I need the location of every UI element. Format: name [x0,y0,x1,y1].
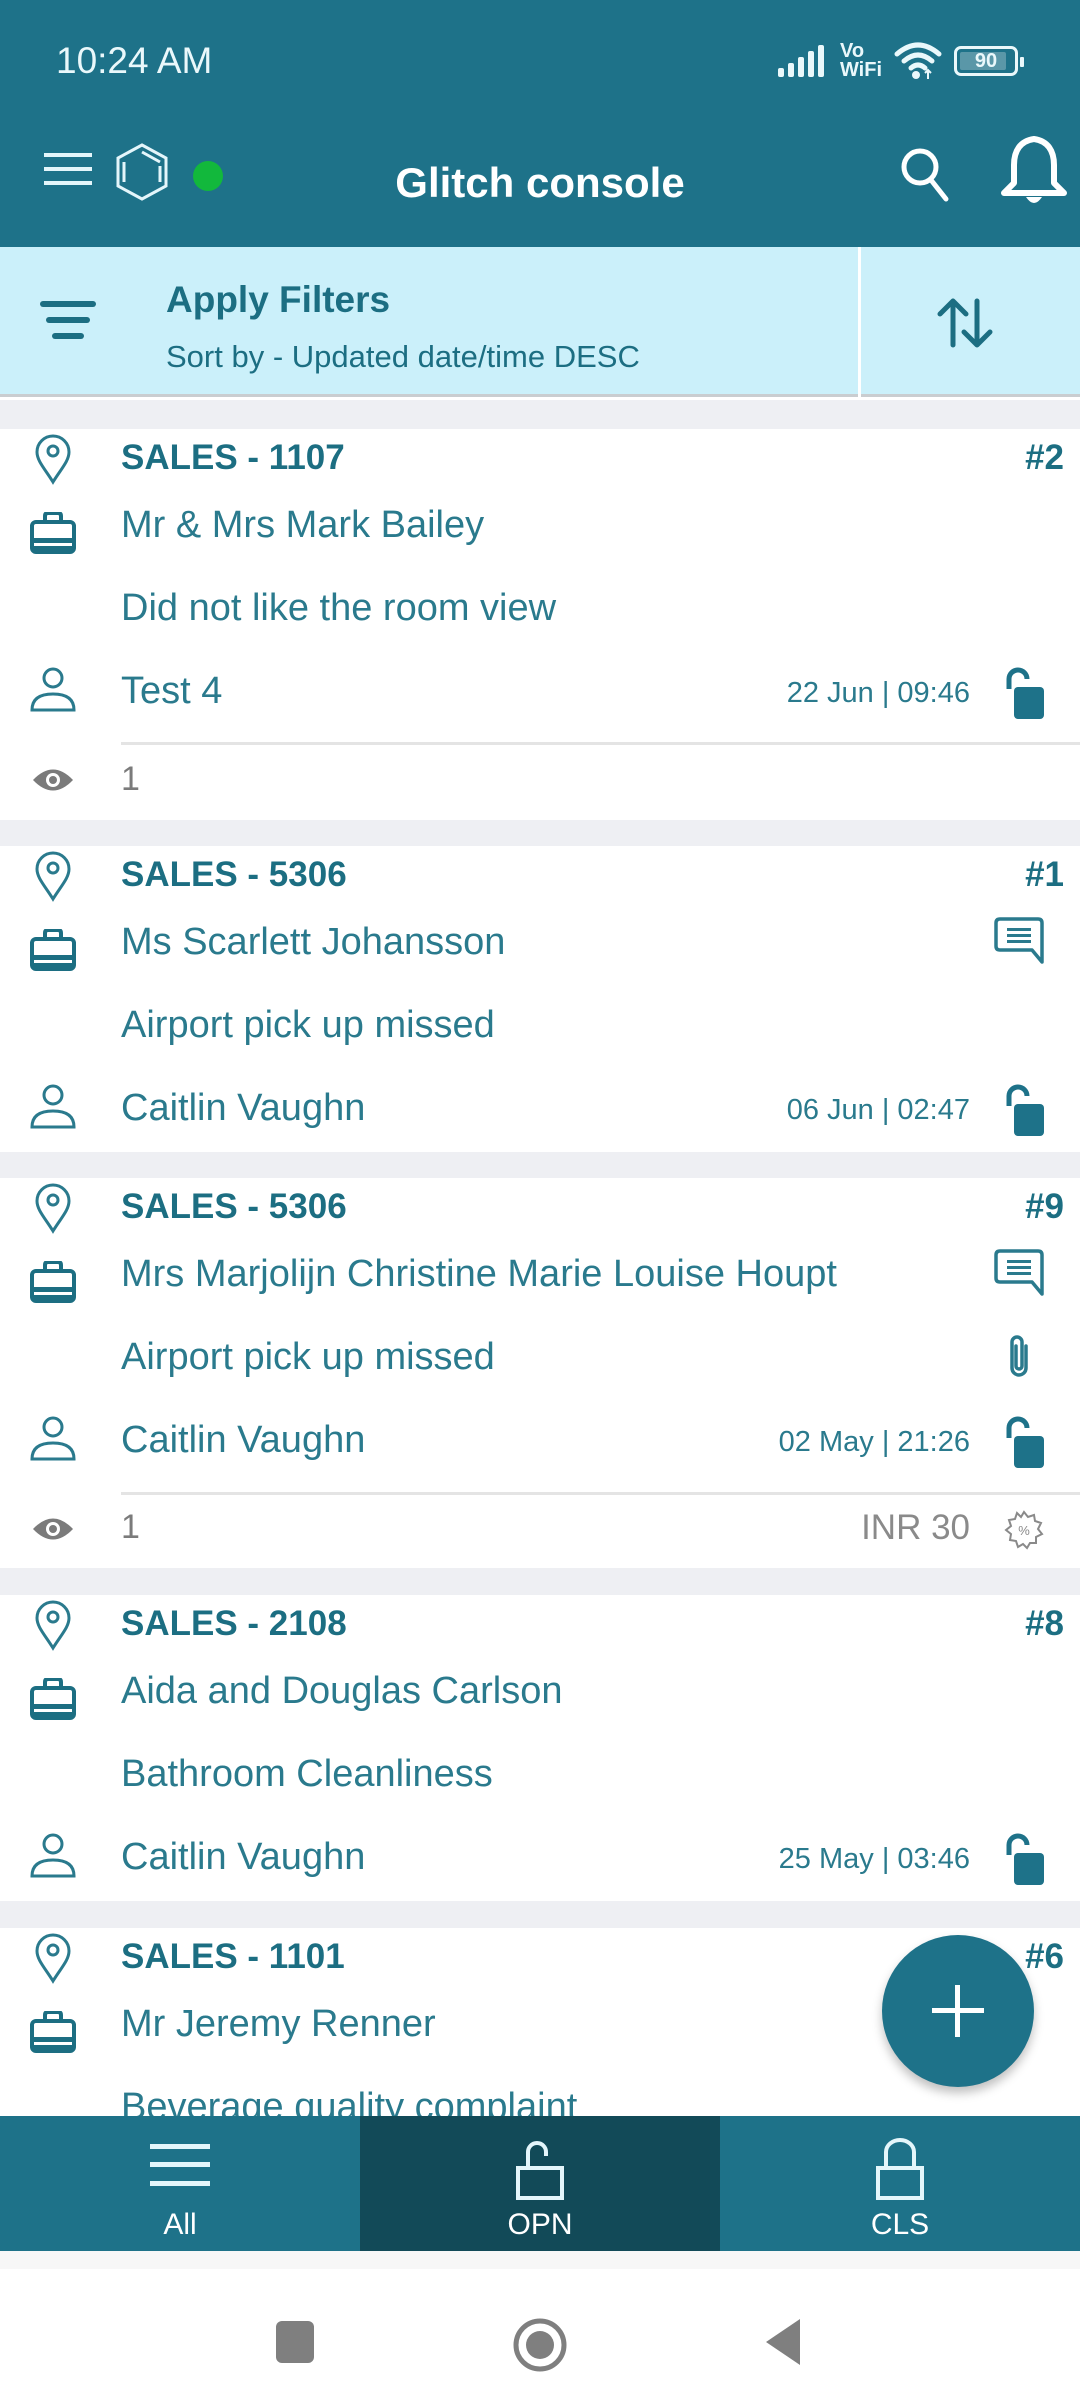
back-icon[interactable] [760,2317,810,2367]
discount-badge-icon [1004,1510,1044,1550]
guest-briefcase-icon [30,1678,76,1720]
ticket-code: SALES - 1107 [121,438,345,477]
ticket-card[interactable]: SALES - 2108 #8 Aida and Douglas Carlson… [0,1595,1080,1901]
comment-icon[interactable] [994,1248,1044,1300]
guest-briefcase-icon [30,512,76,554]
battery-level: 90 [974,49,998,72]
comment-icon[interactable] [994,916,1044,968]
unlock-icon [516,2141,564,2200]
sort-toggle-icon[interactable] [937,297,999,349]
filter-divider [858,247,861,397]
tab-all-label: All [163,2208,197,2241]
ticket-datetime: 22 Jun | 09:46 [786,677,970,709]
location-pin-icon [33,1932,73,1984]
assignee-name: Caitlin Vaughn [121,1836,366,1878]
issue-title: Bathroom Cleanliness [121,1753,493,1795]
guest-name: Mr Jeremy Renner [121,2003,436,2045]
assignee-user-icon [29,1415,77,1463]
vowifi-indicator: Vo WiFi [839,41,882,81]
add-ticket-button[interactable] [882,1935,1034,2087]
assignee-user-icon [29,1832,77,1880]
card-separator [121,742,1080,745]
assignee-name: Caitlin Vaughn [121,1087,366,1129]
system-navigation-bar [0,2251,1080,2400]
ticket-number: #6 [1025,1937,1064,1976]
assignee-user-icon [29,1083,77,1131]
notification-bell-icon[interactable] [998,135,1070,211]
attachment-paperclip-icon[interactable] [1004,1332,1034,1380]
tab-all[interactable]: All [0,2116,360,2251]
view-count: 1 [121,1508,140,1546]
unlocked-status-icon [1001,1831,1045,1887]
assignee-name: Caitlin Vaughn [121,1419,366,1461]
views-eye-icon [31,1514,75,1544]
home-icon[interactable] [510,2317,570,2377]
unlocked-status-icon [1001,665,1045,721]
ticket-code: SALES - 5306 [121,855,347,894]
location-pin-icon [33,433,73,485]
system-icons: Vo WiFi 90 [776,36,1024,86]
lock-icon [876,2138,924,2200]
ticket-number: #8 [1025,1604,1064,1643]
ticket-datetime: 25 May | 03:46 [778,1843,970,1875]
guest-briefcase-icon [30,1261,76,1303]
ticket-number: #9 [1025,1187,1064,1226]
filter-icon[interactable] [40,297,96,343]
guest-briefcase-icon [30,929,76,971]
sort-description: Sort by - Updated date/time DESC [166,339,640,374]
ticket-number: #1 [1025,855,1064,894]
issue-title: Airport pick up missed [121,1004,495,1046]
signal-icon [777,45,824,77]
ticket-card[interactable]: SALES - 5306 #9 Mrs Marjolijn Christine … [0,1178,1080,1568]
guest-briefcase-icon [30,2011,76,2053]
ticket-list[interactable]: SALES - 1107 #2 Mr & Mrs Mark Bailey Did… [0,400,1080,2116]
app-bar: Glitch console [0,125,1080,247]
issue-title: Airport pick up missed [121,1336,495,1378]
apply-filters-button[interactable]: Apply Filters [166,279,390,321]
unlocked-status-icon [1001,1082,1045,1138]
assignee-user-icon [29,666,77,714]
issue-title: Beverage quality complaint [121,2086,578,2116]
ticket-code: SALES - 1101 [121,1937,345,1976]
tab-open-label: OPN [507,2208,573,2241]
location-pin-icon [33,1182,73,1234]
battery-icon: 90 [954,46,1024,76]
ticket-card[interactable]: SALES - 1107 #2 Mr & Mrs Mark Bailey Did… [0,429,1080,820]
ticket-number: #2 [1025,438,1064,477]
ticket-code: SALES - 2108 [121,1604,347,1643]
guest-name: Mrs Marjolijn Christine Marie Louise Hou… [121,1253,837,1295]
vowifi-bottom: WiFi [839,59,882,81]
location-pin-icon [33,1599,73,1651]
ticket-card[interactable]: SALES - 5306 #1 Ms Scarlett Johansson Ai… [0,846,1080,1152]
tab-closed-label: CLS [870,2208,930,2241]
status-tab-bar: All OPN CLS [0,2116,1080,2251]
guest-name: Aida and Douglas Carlson [121,1670,563,1712]
view-count: 1 [121,760,140,798]
guest-name: Mr & Mrs Mark Bailey [121,504,485,546]
compensation-amount: INR 30 [861,1508,970,1547]
status-bar: 10:24 AM Vo WiFi 90 [0,0,1080,125]
guest-name: Ms Scarlett Johansson [121,921,506,963]
filter-bar: Apply Filters Sort by - Updated date/tim… [0,247,1080,397]
status-time: 10:24 AM [56,40,213,81]
assignee-name: Test 4 [121,670,223,712]
issue-title: Did not like the room view [121,587,557,629]
recent-apps-icon[interactable] [270,2317,320,2367]
unlocked-status-icon [1001,1414,1045,1470]
search-icon[interactable] [898,143,954,203]
tab-open[interactable]: OPN [360,2116,720,2251]
ticket-code: SALES - 5306 [121,1187,347,1226]
ticket-datetime: 02 May | 21:26 [778,1426,970,1458]
location-pin-icon [33,850,73,902]
views-eye-icon [31,765,75,795]
tab-closed[interactable]: CLS [720,2116,1080,2251]
card-separator [121,1492,1080,1495]
ticket-datetime: 06 Jun | 02:47 [786,1094,970,1126]
wifi-icon [894,42,942,79]
list-icon [150,2144,210,2186]
